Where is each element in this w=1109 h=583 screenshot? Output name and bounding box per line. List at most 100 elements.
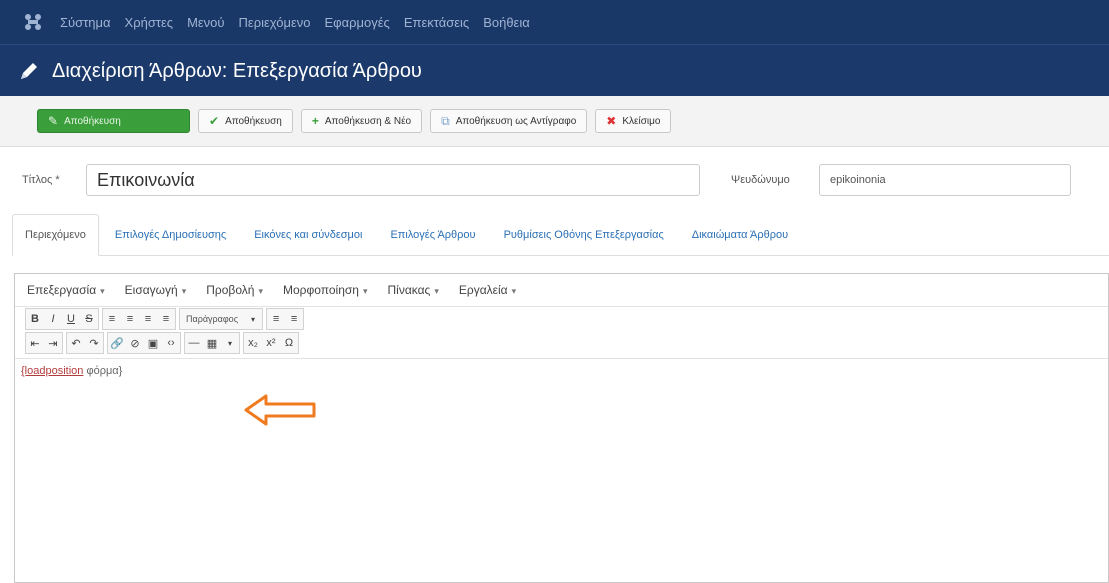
menu-menus[interactable]: Μενού [187,15,224,30]
format-select[interactable]: Παράγραφος ▾ [179,308,264,330]
code-icon[interactable]: ‹› [162,333,180,353]
indent-group: ⇤ ⇥ [25,332,63,354]
menu-help[interactable]: Βοήθεια [483,15,530,30]
caret-down-icon: ▾ [227,338,232,348]
alias-input[interactable] [819,164,1071,196]
editor-menu-tools-label: Εργαλεία [458,283,508,297]
tab-content[interactable]: Περιεχόμενο [12,214,99,256]
underline-icon[interactable]: U [62,309,80,329]
menu-content[interactable]: Περιεχόμενο [239,15,311,30]
bullet-list-icon[interactable]: ≡ [267,309,285,329]
editor-toolbar-row-1: B I U S ≡ ≡ ≡ ≡ Παράγραφος ▾ ≡ ≡ [15,307,1108,331]
save-label: Αποθήκευση [64,115,121,127]
outdent-icon[interactable]: ⇤ [26,333,44,353]
close-label: Κλείσιμο [622,115,661,127]
image-icon[interactable]: ▣ [144,333,162,353]
list-group: ≡ ≡ [266,308,305,330]
align-justify-icon[interactable]: ≡ [157,309,175,329]
horizontal-rule-icon[interactable]: — [185,333,203,353]
indent-icon[interactable]: ⇥ [44,333,62,353]
menu-system[interactable]: Σύστημα [60,15,111,30]
tab-bar: Περιεχόμενο Επιλογές Δημοσίευσης Εικόνες… [12,213,1109,256]
editor-menu-tools[interactable]: Εργαλεία ▾ [459,283,516,297]
superscript-icon[interactable]: x² [262,333,280,353]
align-group: ≡ ≡ ≡ ≡ [102,308,176,330]
align-left-icon[interactable]: ≡ [103,309,121,329]
menu-users[interactable]: Χρήστες [125,15,174,30]
editor-toolbar-row-2: ⇤ ⇥ ↶ ↷ 🔗 ⊘ ▣ ‹› — ▦ ▾ x₂ x² Ω [15,331,1108,355]
tab-options[interactable]: Επιλογές Άρθρου [378,215,487,255]
page-header: Διαχείριση Άρθρων: Επεξεργασία Άρθρου [0,44,1109,97]
text-style-group: B I U S [25,308,99,330]
italic-icon[interactable]: I [44,309,62,329]
save-new-button[interactable]: + Αποθήκευση & Νέο [300,109,423,133]
bold-icon[interactable]: B [26,309,44,329]
unlink-icon[interactable]: ⊘ [126,333,144,353]
special-char-icon[interactable]: Ω [280,333,298,353]
save-new-label: Αποθήκευση & Νέο [324,115,412,127]
editor-menu-table-label: Πίνακας [387,283,431,297]
caret-down-icon: ▾ [511,286,517,296]
menu-components[interactable]: Εφαρμογές [325,15,390,30]
title-label: Τίτλος * [22,174,60,186]
editor-menu-view[interactable]: Προβολή ▾ [206,283,263,297]
editor-menu-table[interactable]: Πίνακας ▾ [388,283,439,297]
arrow-left-icon [240,390,320,435]
joomla-icon[interactable] [20,9,46,35]
misc-group: — ▦ ▾ [184,332,240,354]
tab-editing-layout[interactable]: Ρυθμίσεις Οθόνης Επεξεργασίας [492,215,676,255]
editor-content-text: φόρμα} [83,365,123,377]
tinymce-editor: Επεξεργασία ▾ Εισαγωγή ▾ Προβολή ▾ Μορφοποί… [14,273,1109,583]
editor-menubar: Επεξεργασία ▾ Εισαγωγή ▾ Προβολή ▾ Μορφοποί… [15,274,1108,307]
numbered-list-icon[interactable]: ≡ [285,309,303,329]
editor-menu-format-label: Μορφοποίηση [282,283,359,297]
editor-menu-insert[interactable]: Εισαγωγή ▾ [125,283,187,297]
edit-icon: ✎ [48,114,59,128]
tab-publishing[interactable]: Επιλογές Δημοσίευσης [103,215,238,255]
action-toolbar: ✎ Αποθήκευση ✔ Αποθήκευση + Αποθήκευση &… [0,96,1109,147]
caret-down-icon: ▾ [434,286,439,296]
editor-menu-edit[interactable]: Επεξεργασία ▾ [27,283,105,297]
title-row: Τίτλος * Ψευδώνυμο [0,158,1109,202]
strikethrough-icon[interactable]: S [80,309,98,329]
top-navbar: Σύστημα Χρήστες Μενού Περιεχόμενο Εφαρμο… [0,0,1109,44]
caret-down-icon: ▾ [362,286,368,296]
caret-down-icon: ▾ [100,286,105,296]
close-icon: ✖ [606,114,617,128]
redo-icon[interactable]: ↷ [85,333,103,353]
script-group: x₂ x² Ω [243,332,299,354]
editor-menu-edit-label: Επεξεργασία [27,283,97,297]
copy-icon: ⧉ [441,113,450,128]
save-button[interactable]: ✎ Αποθήκευση [37,109,190,133]
history-group: ↶ ↷ [66,332,104,354]
table-icon[interactable]: ▦ [203,333,221,353]
tab-images-links[interactable]: Εικόνες και σύνδεσμοι [242,215,374,255]
check-icon: ✔ [209,114,220,128]
editor-menu-format[interactable]: Μορφοποίηση ▾ [283,283,368,297]
caret-down-icon: ▾ [181,286,187,296]
insert-group: 🔗 ⊘ ▣ ‹› [107,332,181,354]
title-input[interactable] [86,164,700,196]
subscript-icon[interactable]: x₂ [244,333,262,353]
alias-label: Ψευδώνυμο [731,174,790,186]
align-right-icon[interactable]: ≡ [139,309,157,329]
format-select-label: Παράγραφος [186,314,239,324]
link-icon[interactable]: 🔗 [108,333,126,353]
tab-permissions[interactable]: Δικαιώματα Άρθρου [680,215,800,255]
pencil-icon [18,60,40,82]
menu-extensions[interactable]: Επεκτάσεις [404,15,469,30]
editor-menu-insert-label: Εισαγωγή [124,283,178,297]
page-title: Διαχείριση Άρθρων: Επεξεργασία Άρθρου [52,59,422,82]
save-close-button[interactable]: ✔ Αποθήκευση [198,109,293,133]
close-button[interactable]: ✖ Κλείσιμο [595,109,672,133]
caret-down-icon: ▾ [251,314,256,324]
save-copy-label: Αποθήκευση ως Αντίγραφο [455,115,577,127]
loadposition-keyword: {loadposition [21,365,84,377]
undo-icon[interactable]: ↶ [67,333,85,353]
editor-menu-view-label: Προβολή [206,283,255,297]
caret-down-icon: ▾ [258,286,263,296]
editor-content-area[interactable]: {loadposition φόρμα} [15,358,1108,582]
save-copy-button[interactable]: ⧉ Αποθήκευση ως Αντίγραφο [430,109,588,133]
align-center-icon[interactable]: ≡ [121,309,139,329]
plus-icon: + [311,114,319,128]
